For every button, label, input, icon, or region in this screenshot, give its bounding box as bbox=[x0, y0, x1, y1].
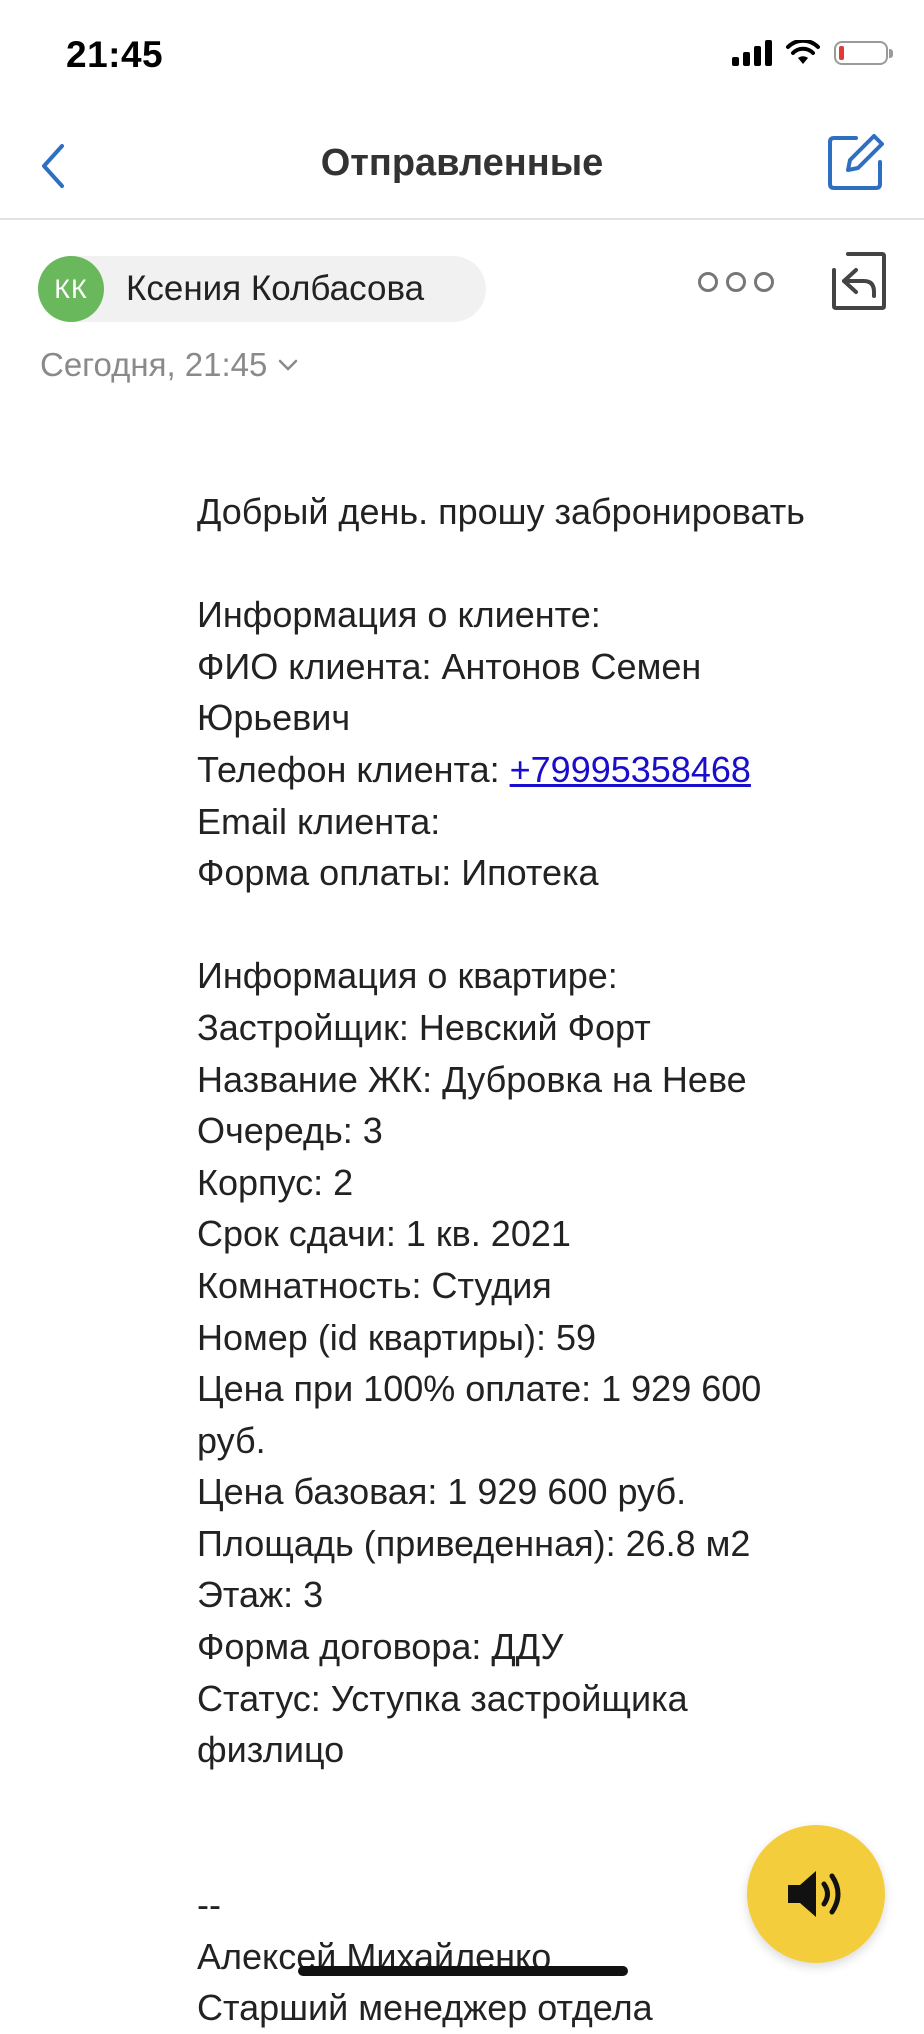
message-date[interactable]: Сегодня, 21:45 bbox=[40, 346, 299, 384]
chevron-down-icon bbox=[279, 359, 298, 371]
flat-id-line: Номер (id квартиры): 59 bbox=[197, 1316, 597, 1358]
price-full-line: Цена при 100% оплате: 1 929 600 bbox=[197, 1368, 762, 1410]
nav-bar: Отправленные bbox=[0, 118, 924, 220]
queue-line: Очередь: 3 bbox=[197, 1110, 383, 1152]
sender-chip[interactable]: КК Ксения Колбасова bbox=[38, 256, 486, 322]
read-aloud-button[interactable] bbox=[747, 1825, 885, 1963]
phone-link[interactable]: +79995358468 bbox=[510, 749, 751, 790]
page-title: Отправленные bbox=[320, 142, 604, 184]
price-full-line-2: руб. bbox=[197, 1419, 266, 1461]
status-time: 21:45 bbox=[66, 34, 164, 75]
client-phone-line: Телефон клиента: +79995358468 bbox=[197, 744, 897, 796]
contract-line: Форма договора: ДДУ bbox=[197, 1626, 564, 1668]
developer-line: Застройщик: Невский Форт bbox=[197, 1006, 651, 1048]
message-body: Добрый день. прошу забронировать Информа… bbox=[197, 486, 897, 2034]
message-date-text: Сегодня, 21:45 bbox=[40, 346, 268, 383]
rooms-line: Комнатность: Студия bbox=[197, 1264, 552, 1306]
speaker-icon bbox=[788, 1871, 841, 1917]
price-base-line: Цена базовая: 1 929 600 руб. bbox=[197, 1471, 687, 1513]
building-line: Корпус: 2 bbox=[197, 1161, 354, 1203]
home-indicator bbox=[298, 1966, 628, 1976]
payment-line: Форма оплаты: Ипотека bbox=[197, 852, 599, 894]
deadline-line: Срок сдачи: 1 кв. 2021 bbox=[197, 1213, 571, 1255]
sender-name: Ксения Колбасова bbox=[126, 269, 425, 308]
floor-line: Этаж: 3 bbox=[197, 1574, 324, 1616]
complex-line: Название ЖК: Дубровка на Неве bbox=[197, 1058, 747, 1100]
avatar: КК bbox=[38, 256, 104, 322]
more-options-icon[interactable] bbox=[698, 272, 774, 292]
cellular-signal-icon bbox=[732, 40, 772, 66]
status-line: Статус: Уступка застройщика bbox=[197, 1677, 688, 1719]
area-line: Площадь (приведенная): 26.8 м2 bbox=[197, 1522, 751, 1564]
flat-info-header: Информация о квартире: bbox=[197, 955, 618, 997]
reply-icon[interactable] bbox=[830, 250, 888, 312]
client-info-header: Информация о клиенте: bbox=[197, 594, 601, 636]
client-name-line: ФИО клиента: Антонов Семен bbox=[197, 645, 702, 687]
signature-title: Старший менеджер отдела bbox=[197, 1987, 653, 2029]
battery-level bbox=[839, 46, 844, 60]
client-name-line-2: Юрьевич bbox=[197, 697, 351, 739]
phone-label: Телефон клиента: bbox=[197, 748, 510, 790]
client-email-line: Email клиента: bbox=[197, 800, 441, 842]
status-icons bbox=[732, 40, 893, 66]
greeting-line: Добрый день. прошу забронировать bbox=[197, 491, 805, 532]
wifi-icon bbox=[786, 40, 820, 64]
battery-icon bbox=[834, 41, 893, 65]
compose-icon[interactable] bbox=[824, 130, 888, 194]
status-line-2: физлицо bbox=[197, 1729, 345, 1771]
